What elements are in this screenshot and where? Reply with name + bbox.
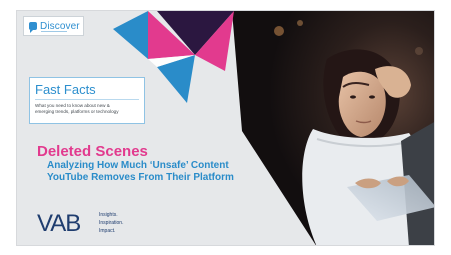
report-cover[interactable]: Discover Fast Facts What you need to kno… [16, 10, 435, 246]
report-headline: Deleted Scenes [37, 143, 148, 160]
discover-underline [41, 31, 67, 32]
subheadline-line2: YouTube Removes From Their Platform [47, 172, 234, 183]
fast-facts-subtitle-line2: emerging trends, platforms or technology [35, 109, 119, 114]
fast-facts-title: Fast Facts [35, 82, 96, 97]
vab-tagline-impact: Impact. [99, 228, 116, 234]
vab-tagline-inspiration: Inspiration. [99, 220, 124, 226]
vab-logo: VAB Insights. Inspiration. Impact. [37, 209, 147, 241]
fast-facts-divider [35, 99, 139, 100]
thumbnail-frame: Discover Fast Facts What you need to kno… [0, 0, 451, 255]
fast-facts-box: Fast Facts What you need to know about n… [29, 77, 145, 124]
discover-label: Discover [40, 20, 80, 32]
report-subheadline: Analyzing How Much ‘Unsafe’ Content YouT… [47, 160, 234, 184]
discover-badge: Discover [23, 16, 84, 36]
chat-bubble-icon [29, 22, 37, 33]
vab-tagline-insights: Insights. [99, 212, 118, 218]
subheadline-line1: Analyzing How Much ‘Unsafe’ Content [47, 160, 229, 171]
vab-logo-letters: VAB [37, 210, 81, 237]
